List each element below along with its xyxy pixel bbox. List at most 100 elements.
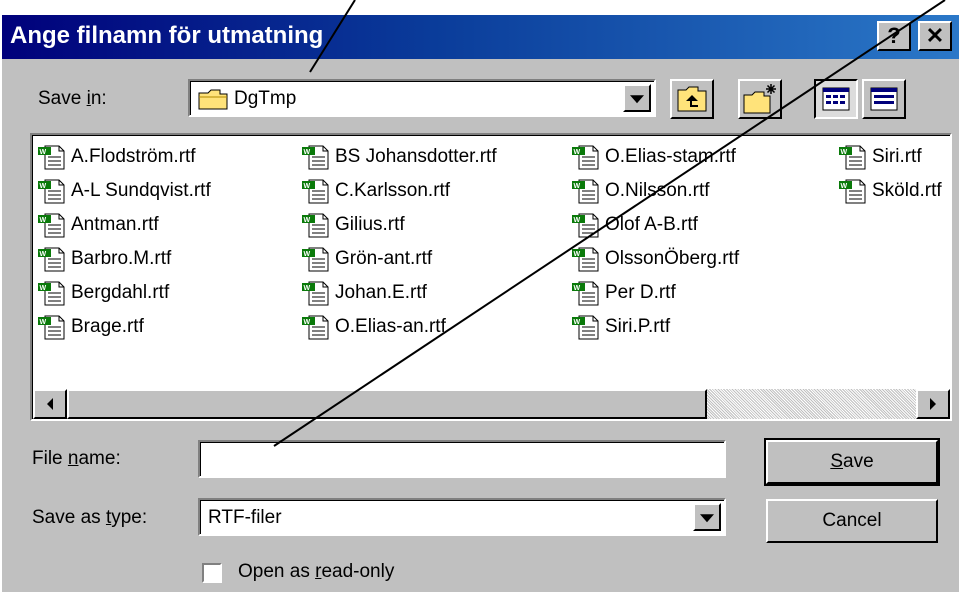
file-list-item[interactable]: W Brage.rtf xyxy=(37,312,144,342)
document-icon: W xyxy=(302,145,329,170)
document-icon: W xyxy=(302,315,329,340)
svg-text:W: W xyxy=(40,149,47,156)
file-list[interactable]: W A.Flodström.rtf W A-L Sundqvist.rtf W Antma… xyxy=(30,133,952,421)
file-list-item[interactable]: W Gilius.rtf xyxy=(301,210,405,240)
svg-text:W: W xyxy=(40,319,47,326)
read-only-label[interactable]: Open as read-only xyxy=(238,561,394,583)
file-list-item[interactable]: W A.Flodström.rtf xyxy=(37,142,196,172)
svg-text:W: W xyxy=(40,217,47,224)
file-list-item[interactable]: W Grön-ant.rtf xyxy=(301,244,432,274)
save-as-type-dropdown-button[interactable] xyxy=(693,503,721,531)
details-view-icon xyxy=(870,87,898,111)
file-list-item[interactable]: W Sköld.rtf xyxy=(838,176,942,206)
create-new-folder-button[interactable] xyxy=(738,79,782,119)
up-one-level-button[interactable] xyxy=(670,79,714,119)
svg-text:W: W xyxy=(40,285,47,292)
horizontal-scrollbar[interactable] xyxy=(33,389,950,419)
svg-text:W: W xyxy=(841,183,848,190)
file-list-item[interactable]: W Antman.rtf xyxy=(37,210,159,240)
file-list-item-label: Barbro.M.rtf xyxy=(71,248,172,269)
file-list-item[interactable]: W A-L Sundqvist.rtf xyxy=(37,176,211,206)
file-list-item[interactable]: W Bergdahl.rtf xyxy=(37,278,169,308)
svg-text:W: W xyxy=(574,319,581,326)
file-list-item[interactable]: W O.Elias-stam.rtf xyxy=(571,142,736,172)
document-icon: W xyxy=(302,281,329,306)
file-list-item-label: Antman.rtf xyxy=(71,214,159,235)
file-list-item-label: Bergdahl.rtf xyxy=(71,282,170,303)
file-list-item[interactable]: W Johan.E.rtf xyxy=(301,278,427,308)
file-list-item-label: Grön-ant.rtf xyxy=(335,248,433,269)
help-button[interactable]: ? xyxy=(877,21,911,51)
svg-text:W: W xyxy=(304,319,311,326)
file-name-label: File name: xyxy=(32,448,121,469)
file-list-item-label: A-L Sundqvist.rtf xyxy=(71,180,211,201)
file-list-item[interactable]: W Per D.rtf xyxy=(571,278,676,308)
document-icon: W xyxy=(302,247,329,272)
document-icon: W xyxy=(38,145,65,170)
svg-text:W: W xyxy=(304,183,311,190)
file-list-item-label: O.Elias-an.rtf xyxy=(335,316,446,337)
document-icon: W xyxy=(572,247,599,272)
document-icon: W xyxy=(38,315,65,340)
document-icon: W xyxy=(572,145,599,170)
details-view-button[interactable] xyxy=(862,79,906,119)
file-list-item-label: Olof A-B.rtf xyxy=(605,214,698,235)
file-list-item-label: Johan.E.rtf xyxy=(335,282,427,303)
svg-text:W: W xyxy=(574,217,581,224)
file-list-item-label: Brage.rtf xyxy=(71,316,144,337)
svg-text:W: W xyxy=(304,251,311,258)
file-list-item-label: Sköld.rtf xyxy=(872,180,942,201)
file-list-item[interactable]: W BS Johansdotter.rtf xyxy=(301,142,497,172)
file-list-item[interactable]: W Olof A-B.rtf xyxy=(571,210,698,240)
svg-text:W: W xyxy=(40,251,47,258)
chevron-down-icon xyxy=(700,514,714,523)
up-one-level-icon xyxy=(677,86,707,112)
document-icon: W xyxy=(572,281,599,306)
document-icon: W xyxy=(572,315,599,340)
document-icon: W xyxy=(839,145,866,170)
list-view-icon xyxy=(822,87,850,111)
svg-text:W: W xyxy=(304,285,311,292)
save-in-dropdown[interactable]: DgTmp xyxy=(188,79,656,117)
arrow-left-icon xyxy=(47,398,53,410)
svg-text:W: W xyxy=(40,183,47,190)
scroll-left-button[interactable] xyxy=(33,389,67,419)
file-list-item-label: A.Flodström.rtf xyxy=(71,146,196,167)
read-only-checkbox[interactable] xyxy=(202,563,222,583)
save-in-dropdown-button[interactable] xyxy=(623,84,651,112)
create-new-folder-icon xyxy=(743,84,776,114)
cancel-button[interactable]: Cancel xyxy=(766,499,938,543)
file-list-item[interactable]: W Siri.rtf xyxy=(838,142,922,172)
scrollbar-thumb[interactable] xyxy=(67,389,707,419)
save-in-value: DgTmp xyxy=(234,88,297,109)
file-list-item-label: BS Johansdotter.rtf xyxy=(335,146,497,167)
file-list-item[interactable]: W O.Nilsson.rtf xyxy=(571,176,710,206)
list-view-button[interactable] xyxy=(814,79,858,119)
svg-text:W: W xyxy=(574,285,581,292)
svg-text:W: W xyxy=(574,251,581,258)
close-button[interactable]: ✕ xyxy=(918,21,952,51)
document-icon: W xyxy=(572,179,599,204)
file-list-item-label: O.Nilsson.rtf xyxy=(605,180,710,201)
file-list-item[interactable]: W OlssonÖberg.rtf xyxy=(571,244,739,274)
scroll-right-button[interactable] xyxy=(916,389,950,419)
arrow-right-icon xyxy=(930,398,936,410)
file-list-item-label: Siri.rtf xyxy=(872,146,922,167)
save-as-type-dropdown[interactable]: RTF-filer xyxy=(198,498,726,536)
file-list-item-label: Per D.rtf xyxy=(605,282,676,303)
file-list-item[interactable]: W Siri.P.rtf xyxy=(571,312,670,342)
document-icon: W xyxy=(572,213,599,238)
svg-text:W: W xyxy=(574,183,581,190)
file-list-item[interactable]: W C.Karlsson.rtf xyxy=(301,176,450,206)
chevron-down-icon xyxy=(630,95,644,104)
file-list-item-label: OlssonÖberg.rtf xyxy=(605,248,740,269)
svg-text:W: W xyxy=(304,217,311,224)
title-bar[interactable]: Ange filnamn för utmatning ? ✕ xyxy=(2,15,959,59)
file-list-item[interactable]: W Barbro.M.rtf xyxy=(37,244,171,274)
save-button[interactable]: Save xyxy=(764,438,940,486)
file-list-item[interactable]: W O.Elias-an.rtf xyxy=(301,312,446,342)
svg-text:W: W xyxy=(574,149,581,156)
svg-text:W: W xyxy=(304,149,311,156)
svg-text:W: W xyxy=(841,149,848,156)
file-name-input[interactable] xyxy=(198,440,726,478)
